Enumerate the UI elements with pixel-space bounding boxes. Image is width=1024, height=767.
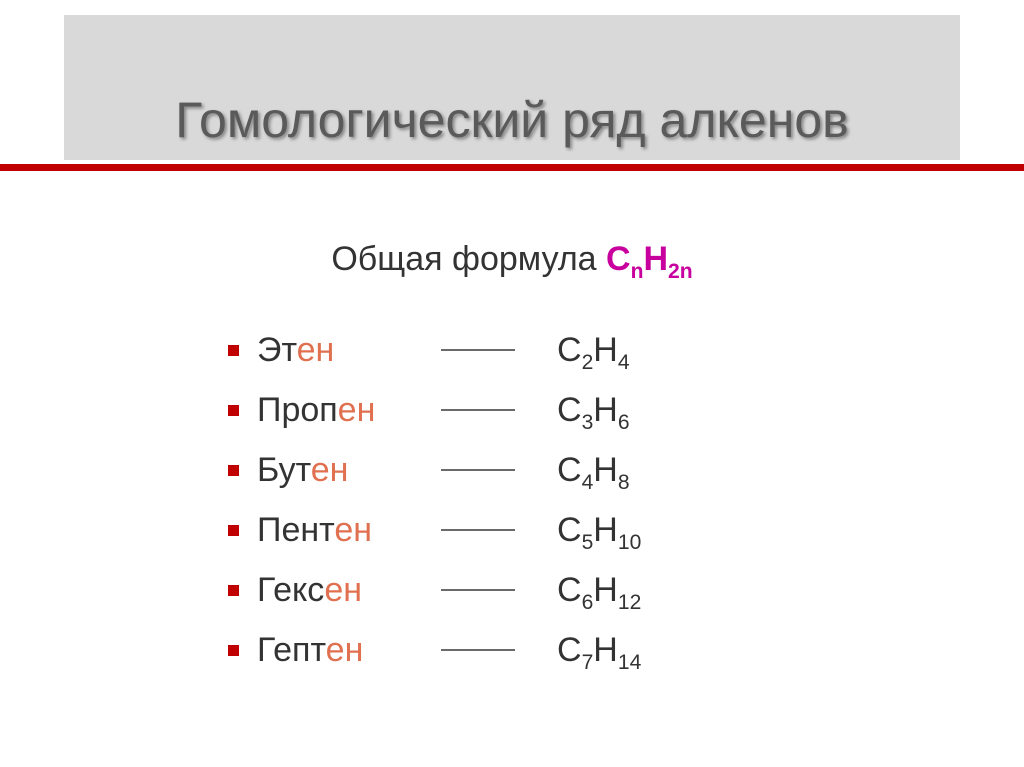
list-item: Пентен C5H10 — [228, 500, 641, 560]
title-band: Гомологический ряд алкенов — [64, 15, 960, 160]
page-title: Гомологический ряд алкенов — [64, 15, 960, 149]
fc-csub: 3 — [582, 410, 594, 433]
compound-formula: C4H8 — [547, 451, 630, 490]
list-item: Этен C2H4 — [228, 320, 641, 380]
name-suffix: ен — [311, 451, 349, 489]
accent-bar — [0, 164, 1024, 171]
name-stem: Гепт — [257, 631, 326, 669]
name-suffix: ен — [326, 631, 364, 669]
slide: Гомологический ряд алкенов Общая формула… — [0, 0, 1024, 767]
gf-h-sub: 2n — [668, 260, 693, 283]
connector — [427, 409, 547, 411]
name-suffix: ен — [297, 331, 335, 369]
compound-name: Гептен — [257, 631, 427, 670]
compound-formula: C5H10 — [547, 511, 641, 550]
list-item: Гексен C6H12 — [228, 560, 641, 620]
fc-c: C — [557, 631, 582, 669]
fc-h: H — [593, 331, 618, 369]
connector — [427, 349, 547, 351]
fc-hsub: 6 — [618, 410, 630, 433]
fc-hsub: 10 — [618, 530, 641, 553]
gf-c: C — [606, 240, 631, 278]
list-item: Пропен C3H6 — [228, 380, 641, 440]
fc-hsub: 8 — [618, 470, 630, 493]
subtitle: Общая формула CnH2n — [0, 240, 1024, 279]
fc-csub: 2 — [582, 350, 594, 373]
compound-name: Бутен — [257, 451, 427, 490]
fc-c: C — [557, 451, 582, 489]
gf-h: H — [643, 240, 668, 278]
bullet-icon — [228, 405, 239, 416]
fc-csub: 4 — [582, 470, 594, 493]
fc-hsub: 4 — [618, 350, 630, 373]
compound-formula: C2H4 — [547, 331, 630, 370]
connector — [427, 589, 547, 591]
compound-formula: C3H6 — [547, 391, 630, 430]
fc-h: H — [593, 511, 618, 549]
fc-h: H — [593, 571, 618, 609]
compound-name: Этен — [257, 331, 427, 370]
list: Этен C2H4 Пропен C3H6 Бутен C4H8 Пентен … — [228, 320, 641, 680]
name-suffix: ен — [338, 391, 376, 429]
fc-h: H — [593, 451, 618, 489]
general-formula: CnH2n — [606, 240, 693, 278]
connector — [427, 469, 547, 471]
fc-c: C — [557, 511, 582, 549]
compound-name: Пропен — [257, 391, 427, 430]
name-stem: Гекс — [257, 571, 324, 609]
name-stem: Эт — [257, 331, 297, 369]
compound-formula: C6H12 — [547, 571, 641, 610]
connector — [427, 529, 547, 531]
bullet-icon — [228, 585, 239, 596]
name-suffix: ен — [324, 571, 362, 609]
fc-c: C — [557, 331, 582, 369]
name-suffix: ен — [334, 511, 372, 549]
fc-csub: 7 — [582, 650, 594, 673]
compound-formula: C7H14 — [547, 631, 641, 670]
gf-c-sub: n — [631, 260, 644, 283]
compound-name: Гексен — [257, 571, 427, 610]
fc-c: C — [557, 391, 582, 429]
fc-hsub: 14 — [618, 650, 641, 673]
name-stem: Проп — [257, 391, 338, 429]
fc-h: H — [593, 391, 618, 429]
name-stem: Пент — [257, 511, 334, 549]
bullet-icon — [228, 525, 239, 536]
bullet-icon — [228, 345, 239, 356]
connector — [427, 649, 547, 651]
bullet-icon — [228, 465, 239, 476]
list-item: Бутен C4H8 — [228, 440, 641, 500]
bullet-icon — [228, 645, 239, 656]
name-stem: Бут — [257, 451, 311, 489]
fc-hsub: 12 — [618, 590, 641, 613]
fc-h: H — [593, 631, 618, 669]
fc-csub: 6 — [582, 590, 594, 613]
fc-csub: 5 — [582, 530, 594, 553]
list-item: Гептен C7H14 — [228, 620, 641, 680]
compound-name: Пентен — [257, 511, 427, 550]
fc-c: C — [557, 571, 582, 609]
subtitle-prefix: Общая формула — [331, 240, 606, 278]
